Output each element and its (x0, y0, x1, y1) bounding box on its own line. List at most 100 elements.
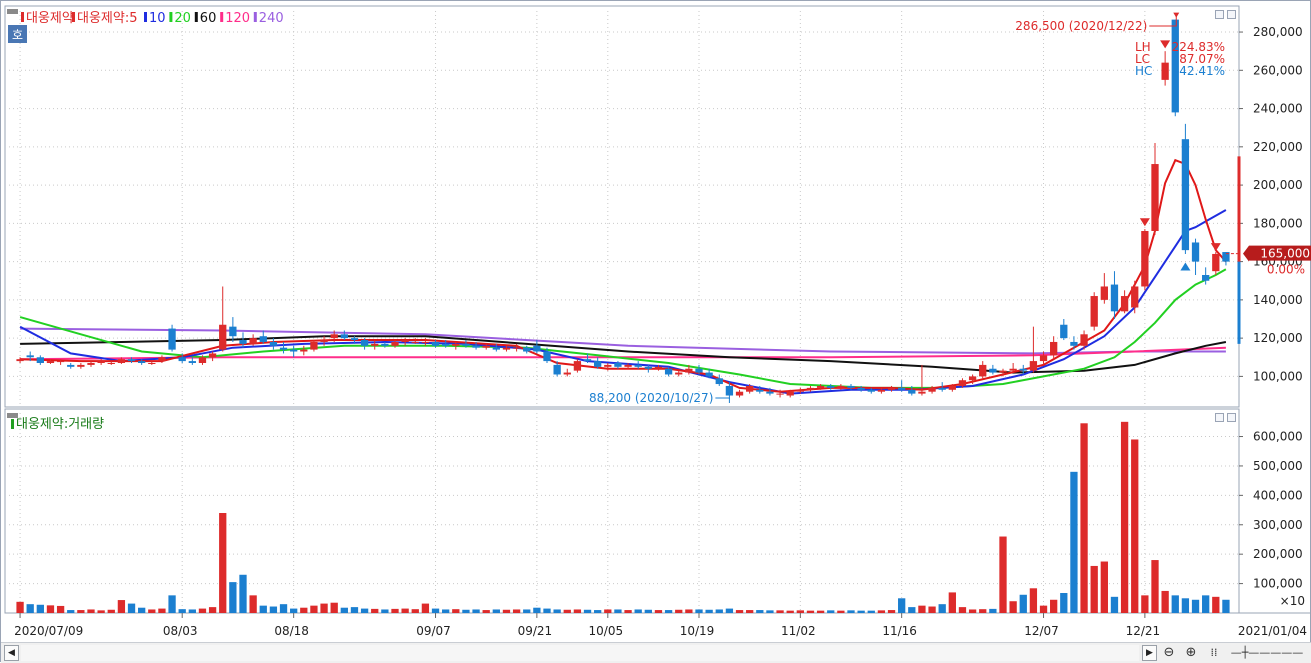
volume-bar (1222, 599, 1230, 613)
zoom-out-icon[interactable]: ⊖ (1159, 644, 1179, 662)
candle-body (563, 372, 571, 375)
volume-bar (107, 609, 115, 613)
volume-bar (1019, 594, 1027, 613)
x-tick-label: 10/19 (680, 624, 715, 638)
volume-bar (1029, 588, 1038, 613)
volume-legend-marker (11, 419, 14, 429)
slider-icon[interactable]: —┼————— (1227, 644, 1307, 662)
scroll-track[interactable] (21, 645, 1139, 661)
volume-bar (401, 608, 409, 613)
volume-bar (1050, 599, 1058, 613)
volume-bar (36, 604, 44, 613)
volume-bar (97, 610, 105, 613)
candle-body (776, 393, 784, 395)
candle-body (634, 364, 642, 367)
volume-bar (330, 602, 338, 613)
candle-body (948, 385, 956, 390)
candle-body (685, 368, 693, 373)
candle-body (877, 389, 886, 392)
volume-pane (4, 408, 1240, 614)
volume-bar (887, 610, 896, 613)
volume-bar (26, 604, 34, 613)
low-price-label: 88,200 (2020/10/27) (589, 391, 713, 405)
volume-bar (290, 608, 298, 613)
candle-body (269, 341, 278, 346)
volume-bar (1161, 590, 1169, 613)
candle-body (1060, 324, 1068, 339)
price-tick-label: 200,000 (1253, 178, 1303, 192)
volume-bar (837, 610, 845, 613)
volume-bar (320, 603, 328, 613)
bar-count-icon[interactable]: ⁞⁞ (1204, 644, 1224, 662)
volume-bar (1141, 595, 1149, 613)
candle-body (411, 341, 419, 343)
volume-bar (77, 610, 85, 613)
scroll-left-icon[interactable]: ◀ (4, 645, 19, 661)
price-tick-label: 220,000 (1253, 140, 1303, 154)
candle-body (219, 324, 227, 350)
candle-body (26, 355, 34, 358)
volume-bar (553, 609, 561, 613)
stock-chart[interactable]: 100,000120,000140,000160,000180,000200,0… (1, 1, 1311, 642)
ma-line-20 (19, 268, 1227, 389)
signal-down-arrow-icon (1160, 40, 1171, 49)
chart-window: 100,000 120,000 140,000 160,000 180,000 200,0… (0, 0, 1311, 663)
volume-bar (1110, 596, 1119, 613)
legend-marker (220, 12, 224, 22)
volume-bar (908, 607, 916, 613)
candle-body (310, 341, 318, 350)
candle-body (198, 357, 207, 363)
volume-bar (310, 605, 318, 613)
candle-body (381, 343, 389, 346)
volume-bar (705, 609, 713, 613)
volume-bar (654, 610, 663, 613)
price-tick-label: 100,000 (1253, 369, 1303, 383)
scroll-right-icon[interactable]: ▶ (1142, 645, 1157, 661)
horizontal-scrollbar[interactable]: ◀ ▶ ⊖ ⊕ ⁞⁞ —┼————— (1, 642, 1311, 663)
current-change-label: 0.00% (1267, 263, 1305, 277)
volume-bar (999, 536, 1007, 613)
candle-body (867, 389, 875, 392)
candle-body (1110, 284, 1119, 312)
volume-bar (208, 607, 217, 613)
legend-marker (253, 12, 257, 22)
price-pane-minimize-icon[interactable] (1215, 10, 1224, 19)
volume-bar (462, 609, 470, 613)
low-price-leader (715, 397, 730, 403)
candle-body (806, 387, 815, 390)
volume-bar (1181, 598, 1190, 613)
signal-down-arrow-icon (1210, 243, 1221, 252)
candle-body (766, 391, 774, 394)
volume-bar (948, 592, 956, 613)
volume-bar (198, 608, 207, 613)
volume-bar (219, 513, 227, 613)
volume-bar (512, 609, 521, 613)
candle-body (735, 391, 744, 396)
candle-body (462, 343, 470, 346)
volume-pane-close-icon[interactable] (1227, 413, 1236, 422)
candle-body (533, 345, 541, 352)
candle-body (300, 349, 308, 352)
candle-body (827, 385, 835, 388)
candle-body (1202, 275, 1210, 281)
volume-bar (340, 607, 348, 613)
candle-body (705, 372, 713, 377)
volume-title: 대웅제약:거래량 (16, 417, 104, 432)
candle-body (188, 361, 196, 363)
candle-body (1029, 361, 1038, 371)
candle-body (1070, 341, 1078, 346)
volume-bar (928, 606, 936, 613)
volume-bar (56, 605, 65, 613)
volume-tick-label: 200,000 (1253, 547, 1303, 561)
candle-body (1191, 242, 1200, 262)
zoom-in-icon[interactable]: ⊕ (1181, 644, 1201, 662)
volume-bar (1120, 421, 1129, 613)
volume-pane-minimize-icon[interactable] (1215, 413, 1224, 422)
volume-bar (1191, 599, 1200, 613)
volume-bar (533, 607, 541, 613)
price-pane-close-icon[interactable] (1227, 10, 1236, 19)
candle-body (715, 378, 723, 385)
volume-bar (168, 595, 176, 613)
volume-bar (766, 610, 774, 613)
candle-body (371, 343, 379, 346)
